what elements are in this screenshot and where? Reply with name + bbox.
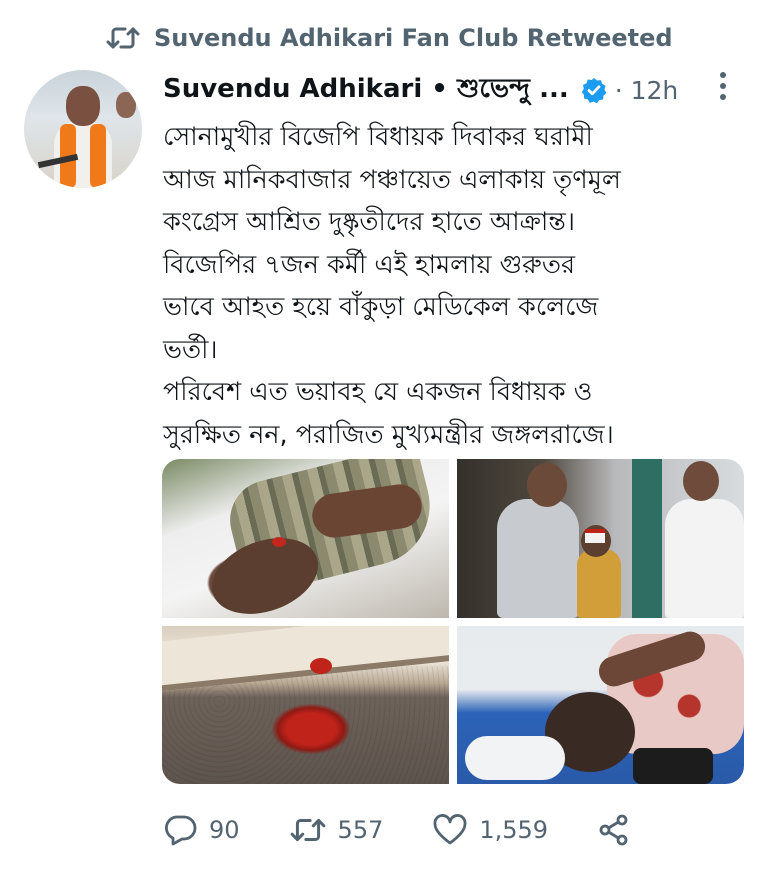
tweet-text-line: ভাবে আহত হয়ে বাঁকুড়া মেডিকেল কলেজে (163, 292, 599, 322)
reply-icon (163, 814, 197, 846)
reply-count: 90 (209, 816, 240, 844)
share-button[interactable] (598, 814, 630, 846)
tweet-text-line: বিজেপির ৭জন কর্মী এই হামলায় গুরুতর (163, 249, 575, 280)
like-count: 1,559 (479, 816, 549, 844)
retweet-count: 557 (337, 816, 384, 844)
tweet-text-line: সুরক্ষিত নন, পরাজিত মুখ্যমন্ত্রীর জঙ্গলর… (163, 419, 614, 450)
retweet-button[interactable]: 557 (290, 816, 384, 844)
media-photo-4[interactable] (457, 626, 744, 784)
media-photo-3[interactable] (162, 626, 449, 784)
heart-icon (433, 814, 467, 846)
retweet-icon (106, 25, 140, 51)
like-button[interactable]: 1,559 (433, 814, 548, 846)
media-photo-1[interactable] (162, 459, 449, 618)
tweet-text-line: পরিবেশ এত ভয়াবহ যে একজন বিধায়ক ও (163, 377, 593, 407)
tweet-actions: 90 557 1,559 (163, 808, 680, 852)
retweet-context[interactable]: Suvendu Adhikari Fan Club Retweeted (106, 18, 673, 58)
more-vertical-icon[interactable] (716, 70, 756, 106)
tweet-text-line: আজ মানিকবাজার পঞ্চায়েত এলাকায় তৃণমূল (163, 164, 621, 195)
tweet-text-line: সোনামুখীর বিজেপি বিধায়ক দিবাকর ঘরামী (163, 122, 593, 152)
tweet-text-line: কংগ্রেস আশ্রিত দুষ্কৃতীদের হাতে আক্রান্ত… (163, 207, 576, 237)
tweet-header: Suvendu Adhikari • শুভেন্দু ... · 12h (163, 64, 753, 116)
tweet-timestamp[interactable]: · 12h (615, 76, 679, 105)
verified-badge-icon (581, 77, 607, 103)
author-avatar[interactable] (24, 70, 142, 188)
share-icon (598, 814, 630, 846)
tweet-text: সোনামুখীর বিজেপি বিধায়ক দিবাকর ঘরামী আজ… (163, 116, 761, 456)
reply-button[interactable]: 90 (163, 814, 240, 846)
media-photo-2[interactable] (457, 459, 744, 618)
retweeted-by-label[interactable]: Suvendu Adhikari Fan Club Retweeted (154, 24, 673, 52)
tweet-text-line: ভর্তী। (163, 334, 218, 365)
retweet-icon (290, 816, 326, 844)
tweet-media-grid (162, 459, 744, 784)
author-name[interactable]: Suvendu Adhikari • শুভেন্দু ... (163, 68, 569, 112)
